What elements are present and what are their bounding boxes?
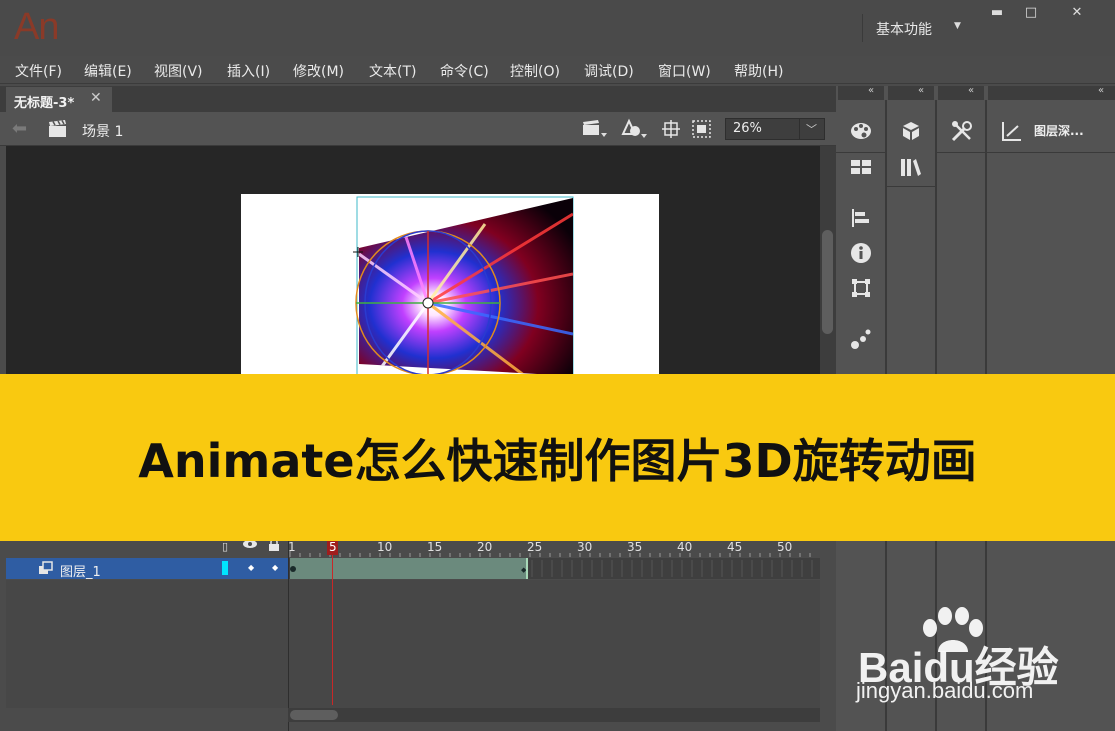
panel-collapse-strip[interactable] (888, 86, 934, 100)
workspace-separator (862, 14, 863, 42)
menu-view[interactable]: 视图(V) (154, 61, 203, 81)
motion-presets-icon[interactable] (848, 326, 874, 352)
outline-column-icon[interactable]: ▯ (222, 540, 228, 553)
frame-tick-label: 25 (527, 540, 543, 554)
edit-symbols-icon[interactable] (582, 119, 608, 139)
layer-name[interactable]: 图层_1 (60, 561, 101, 580)
title-bar (0, 0, 1115, 56)
watermark-url: jingyan.baidu.com (856, 678, 1034, 703)
menu-edit[interactable]: 编辑(E) (84, 61, 132, 81)
zoom-value: 26% (733, 121, 762, 136)
close-tab-icon[interactable]: ✕ (90, 90, 102, 106)
double-chevron-left-icon[interactable]: « (1098, 85, 1104, 96)
tools-icon[interactable] (949, 118, 975, 144)
panel-collapse-strip[interactable] (988, 86, 1115, 100)
title-banner: Animate怎么快速制作图片3D旋转动画 (0, 374, 1115, 541)
crosshair-icon[interactable] (662, 120, 680, 138)
menu-file[interactable]: 文件(F) (15, 61, 62, 81)
library-icon[interactable] (898, 154, 924, 180)
vertical-scrollbar-thumb[interactable] (822, 230, 833, 334)
double-chevron-left-icon[interactable]: « (968, 85, 974, 96)
frame-tick-label: 10 (377, 540, 393, 554)
menu-text[interactable]: 文本(T) (369, 61, 416, 81)
layer-list-area[interactable] (6, 580, 288, 708)
menu-modify[interactable]: 修改(M) (293, 61, 344, 81)
timeline-divider (288, 540, 289, 731)
panel-divider (836, 152, 886, 153)
span-end-marker (526, 558, 528, 579)
animate-logo: An (14, 6, 59, 48)
back-arrow-icon[interactable]: ⬅ (12, 118, 27, 139)
clip-content-icon[interactable] (692, 120, 712, 138)
transform-icon[interactable] (848, 275, 874, 301)
panel-divider (936, 152, 1115, 153)
frame-tick-label: 50 (777, 540, 793, 554)
menu-help[interactable]: 帮助(H) (734, 61, 783, 81)
menu-bar: 文件(F) 编辑(E) 视图(V) 插入(I) 修改(M) 文本(T) 命令(C… (0, 56, 1115, 84)
zoom-separator (799, 119, 800, 139)
chevron-down-icon[interactable]: ▼ (954, 21, 961, 31)
banner-title: Animate怎么快速制作图片3D旋转动画 (138, 433, 977, 488)
empty-frame-cells (531, 560, 813, 577)
playhead-line (332, 555, 333, 705)
menu-window[interactable]: 窗口(W) (658, 61, 711, 81)
frame-tick-label: 15 (427, 540, 443, 554)
components-icon[interactable] (898, 118, 924, 144)
horizontal-scrollbar[interactable] (288, 708, 820, 722)
panel-collapse-strip[interactable] (838, 86, 884, 100)
frame-tick-label: 20 (477, 540, 493, 554)
scene-clapper-icon (49, 120, 66, 137)
frame-tick-label: 45 (727, 540, 743, 554)
chevron-down-icon[interactable]: ﹀ (806, 121, 817, 137)
menu-commands[interactable]: 命令(C) (440, 61, 489, 81)
layer-type-icon (39, 561, 53, 574)
restore-button[interactable]: □ (1016, 0, 1046, 24)
layer-outline-color[interactable] (222, 561, 228, 575)
frame-tick-label: 40 (677, 540, 693, 554)
info-icon[interactable] (848, 240, 874, 266)
layer-depth-panel-label[interactable]: 图层深... (1034, 122, 1084, 139)
start-keyframe[interactable] (290, 566, 296, 572)
menu-insert[interactable]: 插入(I) (227, 61, 270, 81)
stage-center-icon[interactable] (620, 118, 648, 140)
horizontal-scrollbar-thumb[interactable] (290, 710, 338, 720)
align-icon[interactable] (848, 205, 874, 231)
double-chevron-left-icon[interactable]: « (868, 85, 874, 96)
rotated-image-3d[interactable] (345, 194, 585, 376)
layer-depth-icon[interactable] (999, 118, 1025, 144)
visibility-dot-icon[interactable]: ◆ (248, 563, 254, 572)
color-palette-icon[interactable] (848, 118, 874, 144)
menu-control[interactable]: 控制(O) (510, 61, 560, 81)
frame-tick-label: 35 (627, 540, 643, 554)
swatches-icon[interactable] (848, 154, 874, 180)
panel-divider (886, 186, 936, 187)
panel-collapse-strip[interactable] (938, 86, 984, 100)
tween-span[interactable] (290, 558, 527, 579)
menu-debug[interactable]: 调试(D) (584, 61, 634, 81)
frame-tick-label: 30 (577, 540, 593, 554)
current-frame-label: 5 (329, 540, 337, 554)
minimize-button[interactable]: ▬ (982, 0, 1012, 24)
workspace-switcher[interactable]: 基本功能 (876, 19, 932, 39)
document-tab-strip (0, 86, 836, 112)
document-tab-label: 无标题-3* (14, 96, 75, 111)
lock-dot-icon[interactable]: ◆ (272, 563, 278, 572)
double-chevron-left-icon[interactable]: « (918, 85, 924, 96)
scene-label: 场景 1 (82, 124, 124, 140)
close-button[interactable]: ✕ (1062, 0, 1092, 24)
frame-tick-label: 1 (288, 540, 296, 554)
frame-grid-area[interactable] (288, 580, 820, 708)
